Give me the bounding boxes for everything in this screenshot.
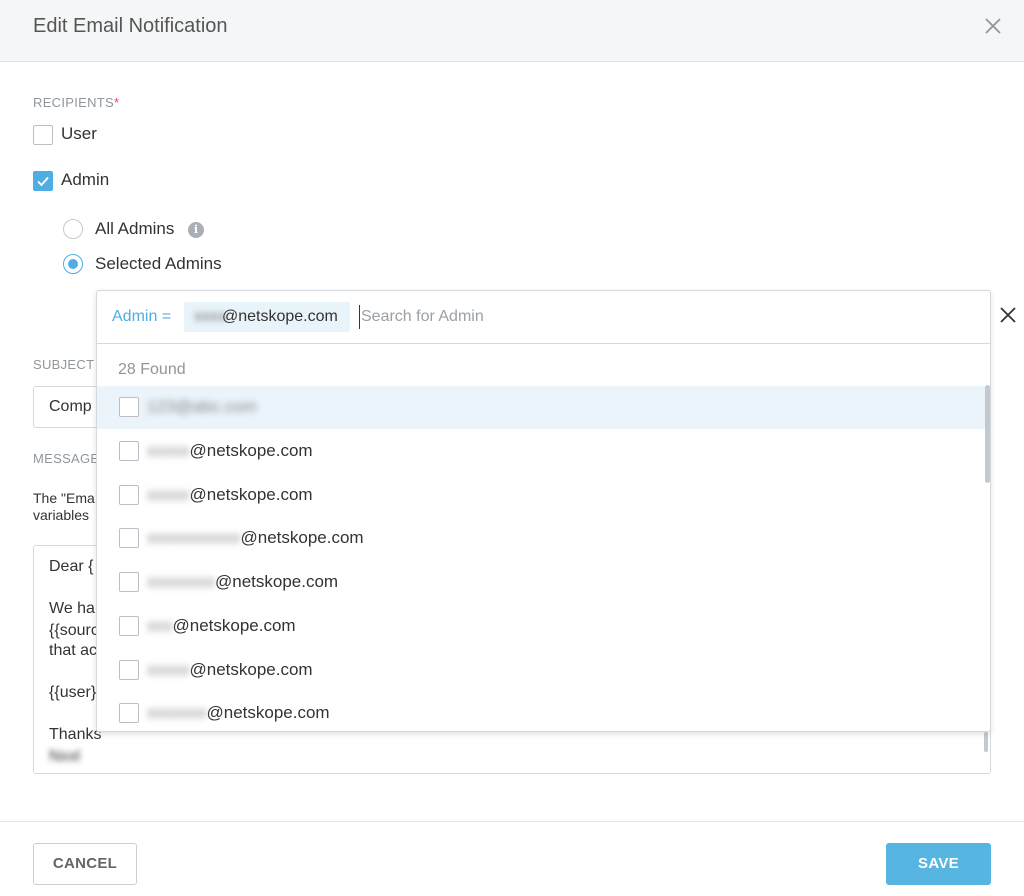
user-checkbox[interactable] (33, 125, 53, 145)
list-item[interactable]: xxxxxxxxxxx@netskope.com (97, 517, 985, 560)
list-item-checkbox[interactable] (119, 660, 139, 680)
user-checkbox-label: User (61, 124, 97, 143)
message-line: We ha (49, 600, 95, 617)
list-item-email: xxxxxxx@netskope.com (147, 703, 330, 722)
list-item[interactable]: xxxxx@netskope.com (97, 430, 985, 473)
dialog-title: Edit Email Notification (33, 15, 228, 37)
cancel-button[interactable]: CANCEL (33, 843, 137, 885)
list-item-email: 123@abc.com (147, 397, 257, 416)
list-item-checkbox[interactable] (119, 528, 139, 548)
list-item[interactable]: xxxxxxx@netskope.com (97, 692, 985, 731)
subject-value: Comp (49, 398, 92, 415)
list-item[interactable]: xxxxx@netskope.com (97, 474, 985, 517)
list-item[interactable]: 123@abc.com (97, 386, 985, 429)
message-helper-text: The "Ema variables (33, 490, 95, 523)
check-icon (37, 176, 49, 187)
save-button[interactable]: SAVE (886, 843, 991, 885)
list-item[interactable]: xxx@netskope.com (97, 605, 985, 648)
list-item-email: xxxxx@netskope.com (147, 441, 313, 460)
clear-selection-close-icon[interactable] (998, 305, 1018, 325)
filter-key: Admin = (112, 308, 172, 325)
list-item[interactable]: xxxxxxxx@netskope.com (97, 561, 985, 604)
list-item-checkbox[interactable] (119, 572, 139, 592)
subject-label: SUBJECT (33, 357, 95, 372)
admin-picker-dropdown: Admin = xxxx @netskope.com 28 Found 123@… (96, 290, 991, 732)
list-item-email: xxxxxxxxxxx@netskope.com (147, 528, 364, 547)
message-line: {{user} (49, 684, 97, 701)
list-item-email: xxx@netskope.com (147, 616, 296, 635)
list-item-checkbox[interactable] (119, 397, 139, 417)
message-line: Thanks (49, 726, 102, 743)
dialog-header: Edit Email Notification (0, 0, 1024, 62)
info-icon[interactable]: i (188, 222, 204, 238)
list-item-checkbox[interactable] (119, 616, 139, 636)
admin-checkbox-label: Admin (61, 170, 110, 189)
list-item-checkbox[interactable] (119, 703, 139, 723)
required-mark: * (114, 95, 120, 110)
all-admins-label: All Admins (95, 219, 175, 238)
admin-checkbox[interactable] (33, 171, 53, 191)
message-line: Dear { (49, 558, 94, 575)
results-count: 28 Found (118, 361, 186, 378)
list-item[interactable]: xxxxx@netskope.com (97, 649, 985, 692)
dropdown-scrollbar[interactable] (985, 385, 990, 483)
admin-search-input[interactable] (359, 305, 759, 329)
message-scrollbar[interactable] (984, 732, 988, 752)
list-item-email: xxxxx@netskope.com (147, 485, 313, 504)
message-label: MESSAGE (33, 451, 100, 466)
message-line: that ac (49, 642, 98, 659)
list-item-checkbox[interactable] (119, 441, 139, 461)
list-item-email: xxxxx@netskope.com (147, 660, 313, 679)
selected-admins-label: Selected Admins (95, 254, 222, 273)
admin-search-row: Admin = xxxx @netskope.com (97, 291, 990, 344)
selected-admins-radio[interactable] (63, 254, 83, 274)
recipients-label: RECIPIENTS* (33, 95, 120, 110)
close-icon[interactable] (982, 15, 1004, 37)
chip-domain: @netskope.com (222, 308, 338, 325)
all-admins-radio[interactable] (63, 219, 83, 239)
list-item-checkbox[interactable] (119, 485, 139, 505)
footer-divider (0, 821, 1024, 822)
message-signature-redacted: Nxxl (49, 748, 81, 765)
selected-admin-chip[interactable]: xxxx @netskope.com (184, 302, 350, 332)
list-item-email: xxxxxxxx@netskope.com (147, 572, 339, 591)
message-line: {{sourc (49, 622, 99, 639)
